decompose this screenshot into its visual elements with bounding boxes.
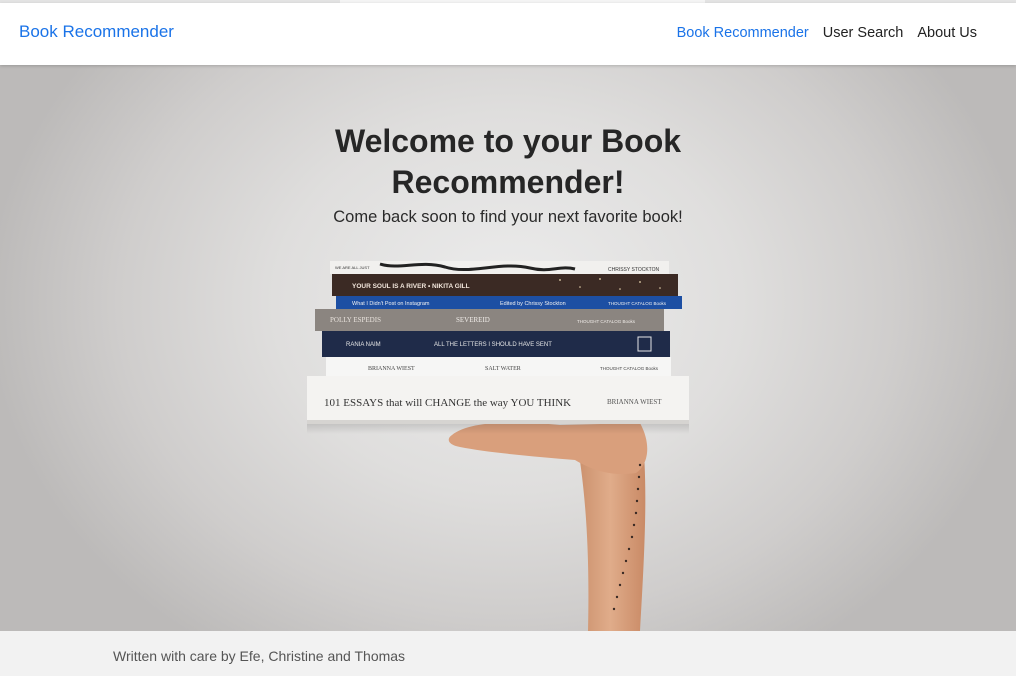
svg-text:WE ARE ALL JUST: WE ARE ALL JUST [335,265,370,270]
svg-text:SEVEREID: SEVEREID [456,316,490,324]
svg-text:CHRISSY STOCKTON: CHRISSY STOCKTON [608,267,660,273]
svg-text:ALL THE LETTERS I SHOULD HAVE: ALL THE LETTERS I SHOULD HAVE SENT [434,342,552,348]
svg-text:THOUGHT CATALOG Books: THOUGHT CATALOG Books [600,366,659,371]
nav-link-about-us[interactable]: About Us [917,25,977,41]
svg-text:RANIA NAIM: RANIA NAIM [346,342,381,348]
svg-text:What I Didn't Post on Instagra: What I Didn't Post on Instagram [352,301,430,307]
nav-link-user-search[interactable]: User Search [823,25,904,41]
hero-subtitle: Come back soon to find your next favorit… [333,208,683,226]
navbar-brand-link[interactable]: Book Recommender [19,22,174,42]
svg-text:SALT WATER: SALT WATER [485,366,521,372]
hero-title: Welcome to your Book Recommender! [0,121,1016,203]
hero-title-line-2: Recommender! [391,164,625,200]
svg-text:BRIANNA WIEST: BRIANNA WIEST [607,398,662,406]
book-7-spine-text: 101 ESSAYS that will CHANGE the way YOU … [324,397,571,409]
svg-text:YOUR SOUL IS A RIVER • NIKIT: YOUR SOUL IS A RIVER • NIKITA GILL [352,283,470,290]
footer: Written with care by Efe, Christine and … [0,631,1016,676]
navbar: Book Recommender Book Recommender User S… [0,3,1016,65]
nav-link-book-recommender[interactable]: Book Recommender [677,25,809,41]
svg-text:THOUGHT CATALOG Books: THOUGHT CATALOG Books [608,301,667,306]
svg-text:BRIANNA WIEST: BRIANNA WIEST [368,366,415,372]
footer-credit-text: Written with care by Efe, Christine and … [113,648,406,664]
hero-section: 101 ESSAYS that will CHANGE the way YOU … [0,65,1016,631]
hero-title-line-1: Welcome to your Book [334,123,682,159]
svg-text:THOUGHT CATALOG Books: THOUGHT CATALOG Books [577,319,636,324]
nav-links: Book Recommender User Search About Us [677,25,977,41]
svg-text:POLLY ESPEDIS: POLLY ESPEDIS [330,316,381,324]
svg-text:Edited by Chrissy Stockton: Edited by Chrissy Stockton [500,301,566,307]
